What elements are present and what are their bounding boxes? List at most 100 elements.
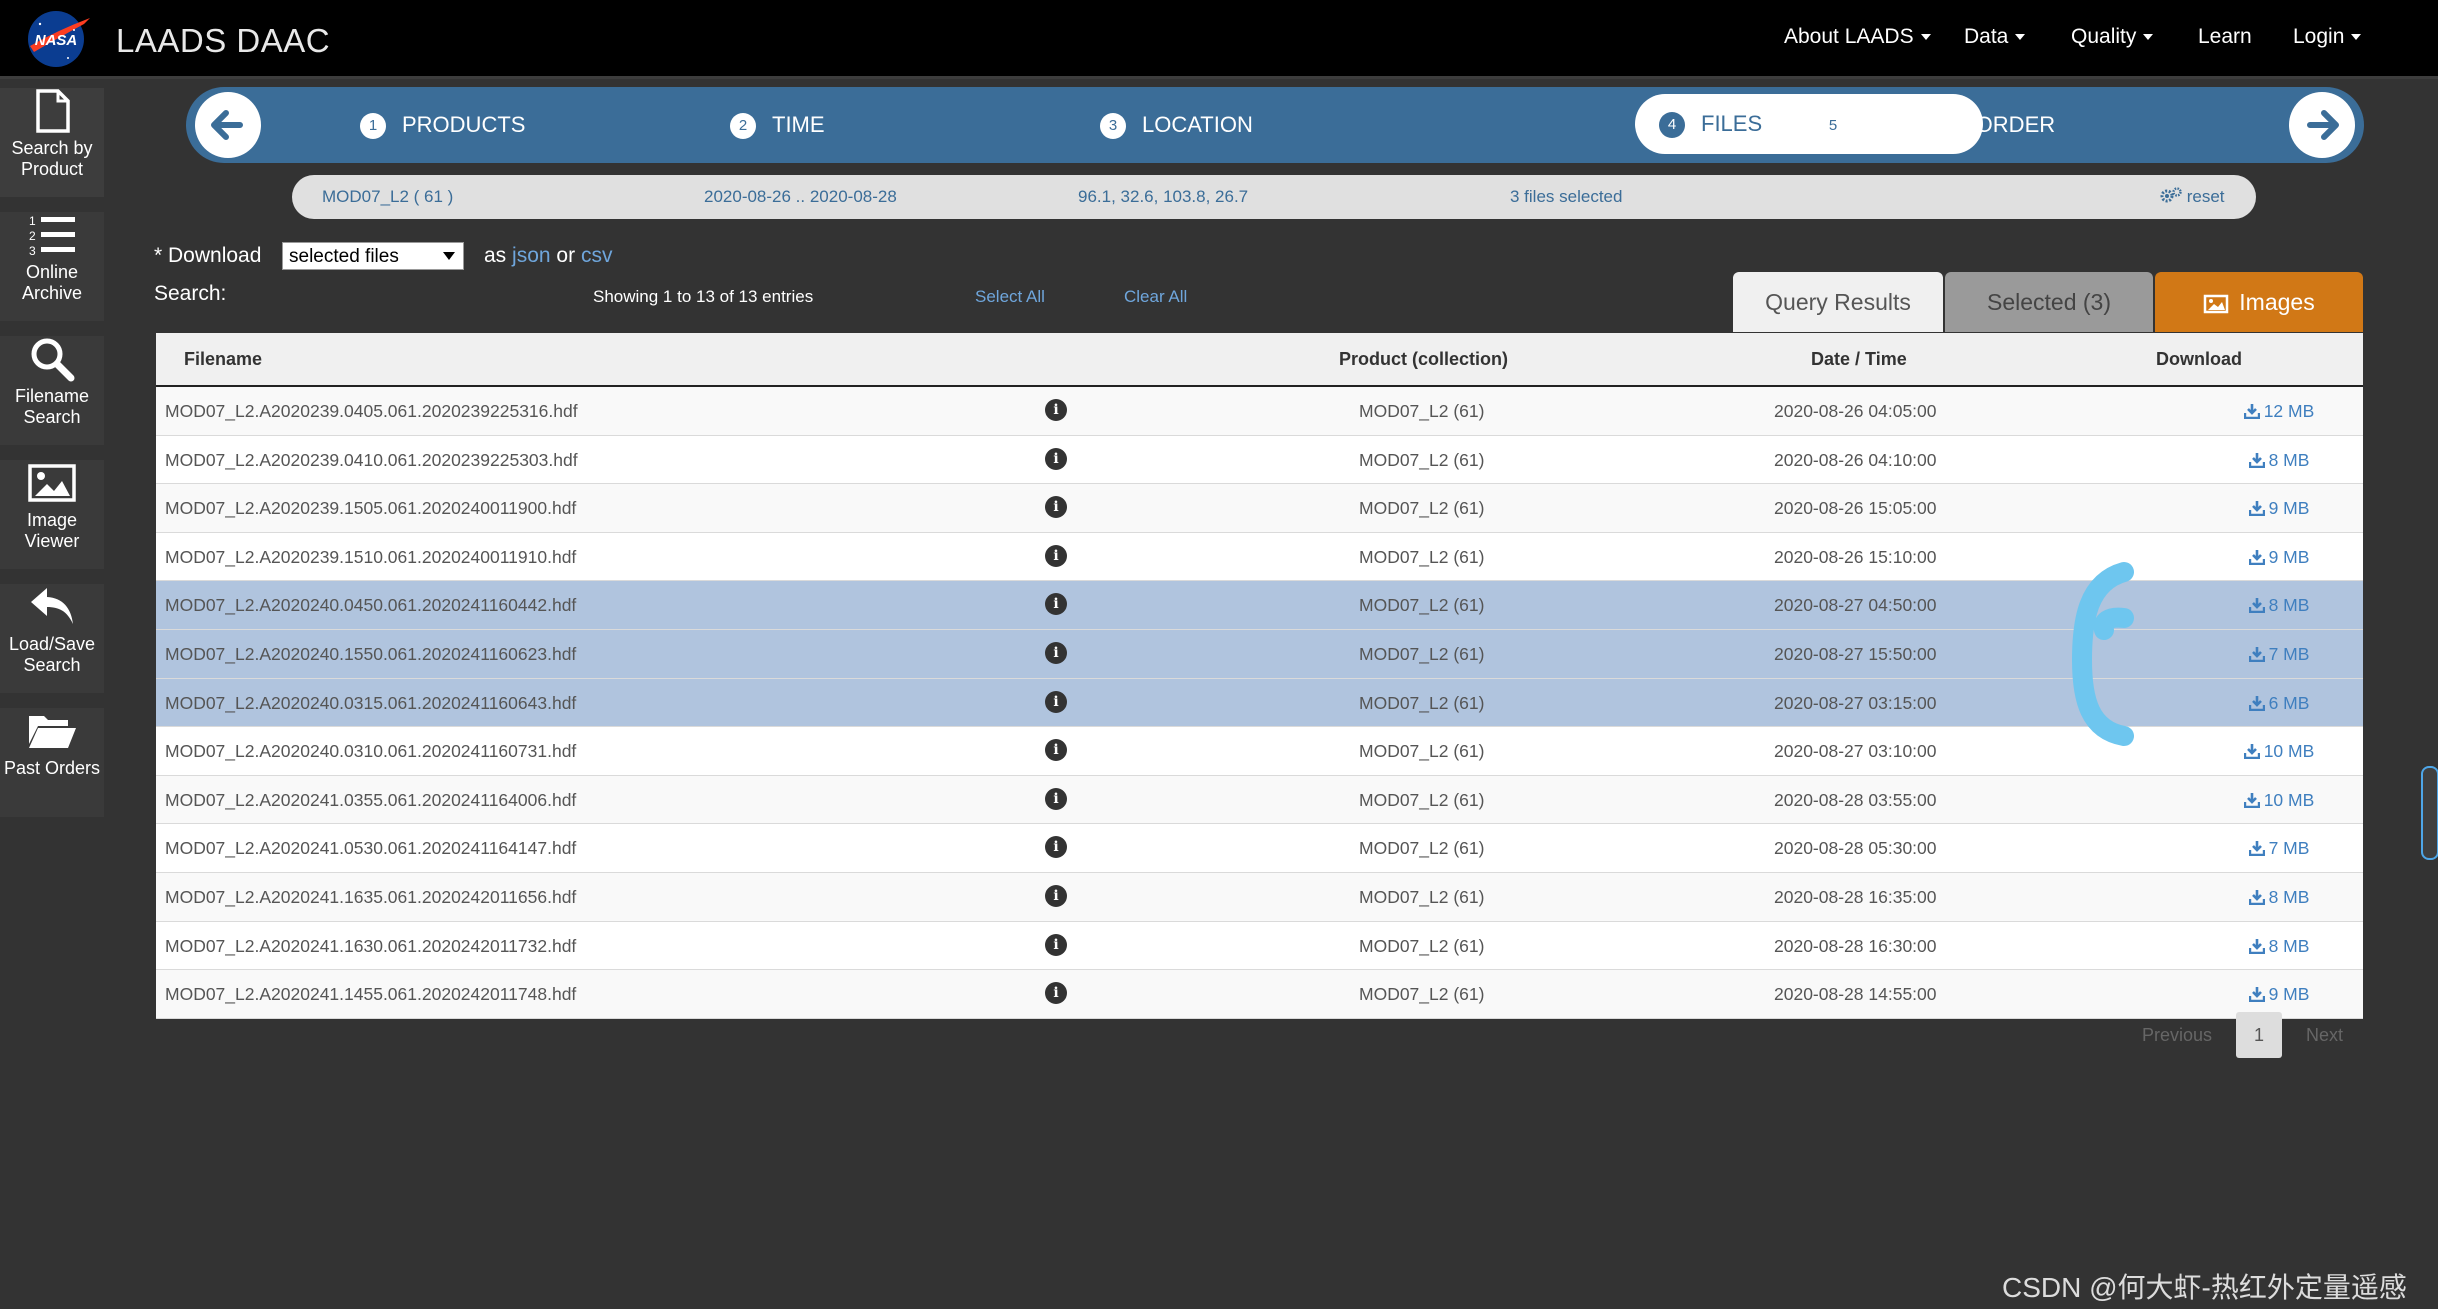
reset-button[interactable]: reset (2160, 187, 2225, 207)
nav-data[interactable]: Data (1964, 25, 2026, 49)
info-icon[interactable]: i (1045, 690, 1067, 713)
table-row[interactable]: MOD07_L2.A2020239.1505.061.2020240011900… (156, 484, 2363, 533)
product-cell: MOD07_L2 (61) (1359, 838, 1485, 859)
svg-text:1: 1 (29, 214, 36, 228)
header-filename[interactable]: Filename (184, 349, 262, 370)
table-row[interactable]: MOD07_L2.A2020240.1550.061.2020241160623… (156, 629, 2363, 679)
download-link[interactable]: 6 MB (2204, 693, 2354, 714)
download-link[interactable]: 8 MB (2204, 450, 2354, 471)
json-link[interactable]: json (512, 244, 551, 267)
sidebar-item-search-by-product[interactable]: Search by Product (0, 88, 104, 206)
download-link[interactable]: 7 MB (2204, 644, 2354, 665)
filename-cell: MOD07_L2.A2020239.1505.061.2020240011900… (165, 498, 577, 519)
info-icon[interactable]: i (1045, 447, 1067, 470)
table-row[interactable]: MOD07_L2.A2020239.0405.061.2020239225316… (156, 387, 2363, 436)
info-icon[interactable]: i (1045, 739, 1067, 762)
nasa-logo[interactable]: NASA (24, 8, 92, 68)
download-link[interactable]: 12 MB (2204, 401, 2354, 422)
table-row[interactable]: MOD07_L2.A2020240.0315.061.2020241160643… (156, 678, 2363, 728)
download-link[interactable]: 10 MB (2204, 741, 2354, 762)
filename-cell: MOD07_L2.A2020240.1550.061.2020241160623… (165, 643, 577, 664)
table-row[interactable]: MOD07_L2.A2020241.1455.061.2020242011748… (156, 970, 2363, 1019)
nav-login[interactable]: Login (2293, 25, 2362, 49)
download-link[interactable]: 8 MB (2204, 936, 2354, 957)
tab-query-results[interactable]: Query Results (1733, 272, 1943, 332)
product-cell: MOD07_L2 (61) (1359, 741, 1485, 762)
nav-quality[interactable]: Quality (2071, 25, 2154, 49)
sidebar-item-online-archive[interactable]: 123 Online Archive (0, 212, 104, 330)
info-icon[interactable]: i (1045, 496, 1067, 519)
nav-about-laads[interactable]: About LAADS (1784, 25, 1931, 49)
tab-images[interactable]: Images (2155, 272, 2363, 332)
header-date[interactable]: Date / Time (1811, 349, 1907, 370)
download-link[interactable]: 9 MB (2204, 498, 2354, 519)
download-link[interactable]: 10 MB (2204, 790, 2354, 811)
download-icon (2248, 841, 2265, 857)
table-row[interactable]: MOD07_L2.A2020241.1630.061.2020242011732… (156, 921, 2363, 971)
table-row[interactable]: MOD07_L2.A2020241.1635.061.2020242011656… (156, 872, 2363, 922)
filename-cell: MOD07_L2.A2020240.0310.061.2020241160731… (165, 741, 577, 762)
info-icon[interactable]: i (1045, 399, 1067, 421)
table-row[interactable]: MOD07_L2.A2020239.1510.061.2020240011910… (156, 532, 2363, 582)
table-row[interactable]: MOD07_L2.A2020241.0355.061.2020241164006… (156, 775, 2363, 825)
download-link[interactable]: 8 MB (2204, 595, 2354, 616)
wizard-step-products[interactable]: 1 PRODUCTS (360, 109, 525, 141)
file-size: 6 MB (2268, 692, 2310, 713)
summary-product[interactable]: MOD07_L2 ( 61 ) (322, 187, 453, 207)
download-icon (2243, 404, 2260, 420)
product-cell: MOD07_L2 (61) (1359, 401, 1485, 421)
header-download[interactable]: Download (2156, 349, 2242, 370)
csv-link[interactable]: csv (581, 244, 613, 267)
download-icon (2248, 646, 2265, 663)
app-title[interactable]: LAADS DAAC (116, 22, 330, 60)
clear-all-link[interactable]: Clear All (1124, 287, 1187, 307)
tab-selected[interactable]: Selected (3) (1945, 272, 2153, 332)
wizard-step-review-order[interactable]: 5 REVIEW & ORDER (1820, 109, 2055, 141)
info-icon[interactable]: i (1045, 982, 1067, 1005)
info-icon[interactable]: i (1045, 884, 1067, 907)
date-cell: 2020-08-28 14:55:00 (1774, 984, 1937, 1005)
sidebar-item-image-viewer[interactable]: Image Viewer (0, 460, 104, 578)
scrollbar-thumb[interactable] (2421, 766, 2438, 860)
pagination-previous[interactable]: Previous (2142, 1012, 2212, 1058)
sidebar-item-load-save-search[interactable]: Load/Save Search (0, 584, 104, 702)
table-row[interactable]: MOD07_L2.A2020239.0410.061.2020239225303… (156, 435, 2363, 485)
download-select[interactable]: selected files (282, 242, 464, 270)
info-icon[interactable]: i (1045, 593, 1067, 616)
product-cell: MOD07_L2 (61) (1359, 498, 1485, 519)
table-row[interactable]: MOD07_L2.A2020240.0310.061.2020241160731… (156, 727, 2363, 776)
annotation-bracket-mark (2071, 562, 2134, 746)
info-icon[interactable]: i (1045, 544, 1067, 567)
info-icon[interactable]: i (1045, 641, 1067, 664)
download-link[interactable]: 9 MB (2204, 547, 2354, 568)
select-all-link[interactable]: Select All (975, 287, 1045, 307)
info-icon[interactable]: i (1045, 933, 1067, 956)
wizard-steps: 1 PRODUCTS 2 TIME 3 LOCATION 4 FILES 5 REVIEW… (186, 87, 2364, 163)
header-product[interactable]: Product (collection) (1339, 349, 1508, 370)
wizard-back-button[interactable] (195, 92, 261, 158)
filename-cell: MOD07_L2.A2020240.0450.061.2020241160442… (165, 595, 577, 616)
pagination-page[interactable]: 1 (2236, 1012, 2282, 1058)
file-size: 7 MB (2268, 643, 2310, 664)
summary-selection[interactable]: 3 files selected (1510, 187, 1622, 207)
download-link[interactable]: 9 MB (2204, 984, 2354, 1005)
info-icon[interactable]: i (1045, 836, 1067, 859)
list-icon: 123 (29, 214, 75, 258)
info-icon[interactable]: i (1045, 787, 1067, 810)
pagination-next[interactable]: Next (2306, 1012, 2343, 1058)
sidebar-item-past-orders[interactable]: Past Orders (0, 708, 104, 826)
table-row[interactable]: MOD07_L2.A2020241.0530.061.2020241164147… (156, 824, 2363, 873)
reply-icon (31, 588, 73, 624)
date-cell: 2020-08-26 15:10:00 (1774, 546, 1937, 567)
summary-dates[interactable]: 2020-08-26 .. 2020-08-28 (704, 187, 897, 207)
download-link[interactable]: 8 MB (2204, 887, 2354, 908)
wizard-step-time[interactable]: 2 TIME (730, 109, 825, 141)
nav-learn[interactable]: Learn (2198, 25, 2252, 49)
sidebar-item-filename-search[interactable]: Filename Search (0, 336, 104, 454)
wizard-step-location[interactable]: 3 LOCATION (1100, 109, 1253, 141)
download-link[interactable]: 7 MB (2204, 838, 2354, 859)
table-row[interactable]: MOD07_L2.A2020240.0450.061.2020241160442… (156, 581, 2363, 630)
product-cell: MOD07_L2 (61) (1359, 984, 1485, 1005)
wizard-next-button[interactable] (2289, 92, 2355, 158)
summary-location[interactable]: 96.1, 32.6, 103.8, 26.7 (1078, 187, 1248, 207)
